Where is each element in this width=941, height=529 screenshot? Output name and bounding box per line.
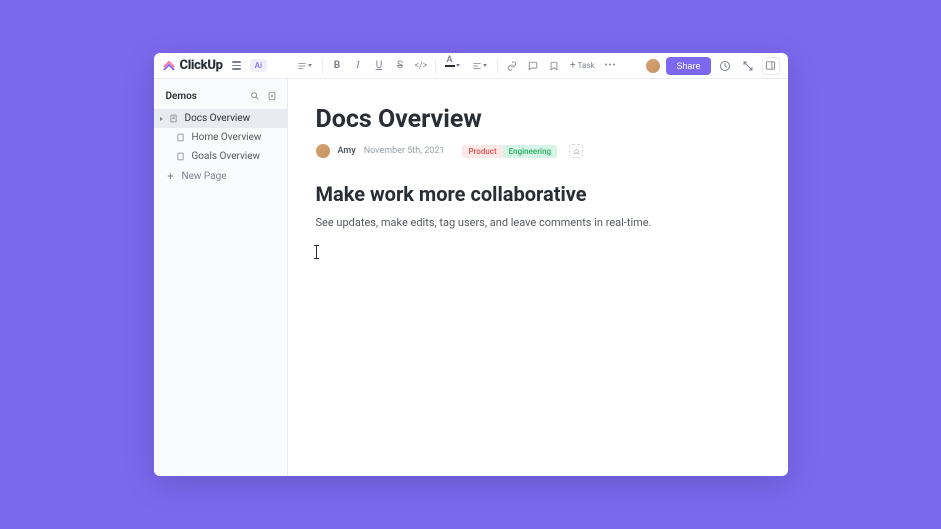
new-page-button[interactable]: + New Page xyxy=(154,166,287,187)
document-date: November 5th, 2021 xyxy=(364,146,445,156)
sidebar-item-goals-overview[interactable]: Goals Overview xyxy=(154,147,287,166)
sidebar: Demos Docs Overview xyxy=(154,79,288,476)
clickup-logo-icon xyxy=(162,59,176,73)
section-heading[interactable]: Make work more collaborative xyxy=(316,182,760,206)
ai-badge[interactable]: Ai xyxy=(250,59,267,72)
clock-icon[interactable] xyxy=(716,57,734,75)
tag-product[interactable]: Product xyxy=(462,145,502,158)
logo-area: ClickUp xyxy=(162,58,223,73)
document-title[interactable]: Docs Overview xyxy=(316,105,760,134)
sidebar-header: Demos xyxy=(154,85,287,109)
nav-list: Docs Overview Home Overview Goals Overvi… xyxy=(154,109,287,187)
author-name: Amy xyxy=(338,146,356,156)
sidebar-title: Demos xyxy=(166,91,197,102)
editor-toolbar: B I U S </> + xyxy=(273,57,639,75)
page-icon xyxy=(176,133,186,143)
add-doc-icon[interactable] xyxy=(265,89,279,103)
nav-item-label: Docs Overview xyxy=(185,113,251,124)
collapse-icon[interactable] xyxy=(739,57,757,75)
more-button[interactable]: ••• xyxy=(602,57,620,75)
sidebar-item-home-overview[interactable]: Home Overview xyxy=(154,128,287,147)
app-window: ClickUp Ai B I U S </> xyxy=(154,53,788,476)
align-dropdown[interactable] xyxy=(468,57,492,75)
document-content[interactable]: Docs Overview Amy November 5th, 2021 Pro… xyxy=(288,79,788,476)
user-avatar[interactable] xyxy=(645,58,661,74)
strikethrough-button[interactable]: S xyxy=(391,57,409,75)
italic-button[interactable]: I xyxy=(349,57,367,75)
chevron-right-icon xyxy=(160,117,163,121)
code-button[interactable]: </> xyxy=(412,57,430,75)
text-color-dropdown[interactable] xyxy=(441,57,465,75)
link-button[interactable] xyxy=(503,57,521,75)
topbar-right: Share xyxy=(645,57,779,75)
search-icon[interactable] xyxy=(248,89,262,103)
new-page-label: New Page xyxy=(182,171,227,182)
topbar: ClickUp Ai B I U S </> xyxy=(154,53,788,79)
add-tag-button[interactable] xyxy=(569,144,583,158)
panel-icon[interactable] xyxy=(762,57,780,75)
document-meta: Amy November 5th, 2021 Product Engineeri… xyxy=(316,144,760,158)
tag-group: Product Engineering xyxy=(462,145,557,158)
bold-button[interactable]: B xyxy=(328,57,346,75)
menu-toggle-icon[interactable] xyxy=(229,58,244,73)
underline-button[interactable]: U xyxy=(370,57,388,75)
add-task-button[interactable]: + Task xyxy=(566,58,599,73)
comment-button[interactable] xyxy=(524,57,542,75)
task-label: Task xyxy=(578,61,595,70)
sidebar-item-docs-overview[interactable]: Docs Overview xyxy=(154,109,287,128)
nav-item-label: Goals Overview xyxy=(192,151,261,162)
tag-engineering[interactable]: Engineering xyxy=(503,145,557,158)
body-paragraph[interactable]: See updates, make edits, tag users, and … xyxy=(316,214,760,232)
brand-name: ClickUp xyxy=(180,58,223,73)
author-avatar[interactable] xyxy=(316,144,330,158)
bookmark-button[interactable] xyxy=(545,57,563,75)
plus-icon: + xyxy=(166,170,176,183)
share-button[interactable]: Share xyxy=(666,57,710,75)
nav-item-label: Home Overview xyxy=(192,132,262,143)
text-style-dropdown[interactable] xyxy=(293,57,317,75)
text-cursor xyxy=(316,245,317,259)
page-icon xyxy=(176,152,186,162)
doc-icon xyxy=(169,114,179,124)
body-area: Demos Docs Overview xyxy=(154,79,788,476)
